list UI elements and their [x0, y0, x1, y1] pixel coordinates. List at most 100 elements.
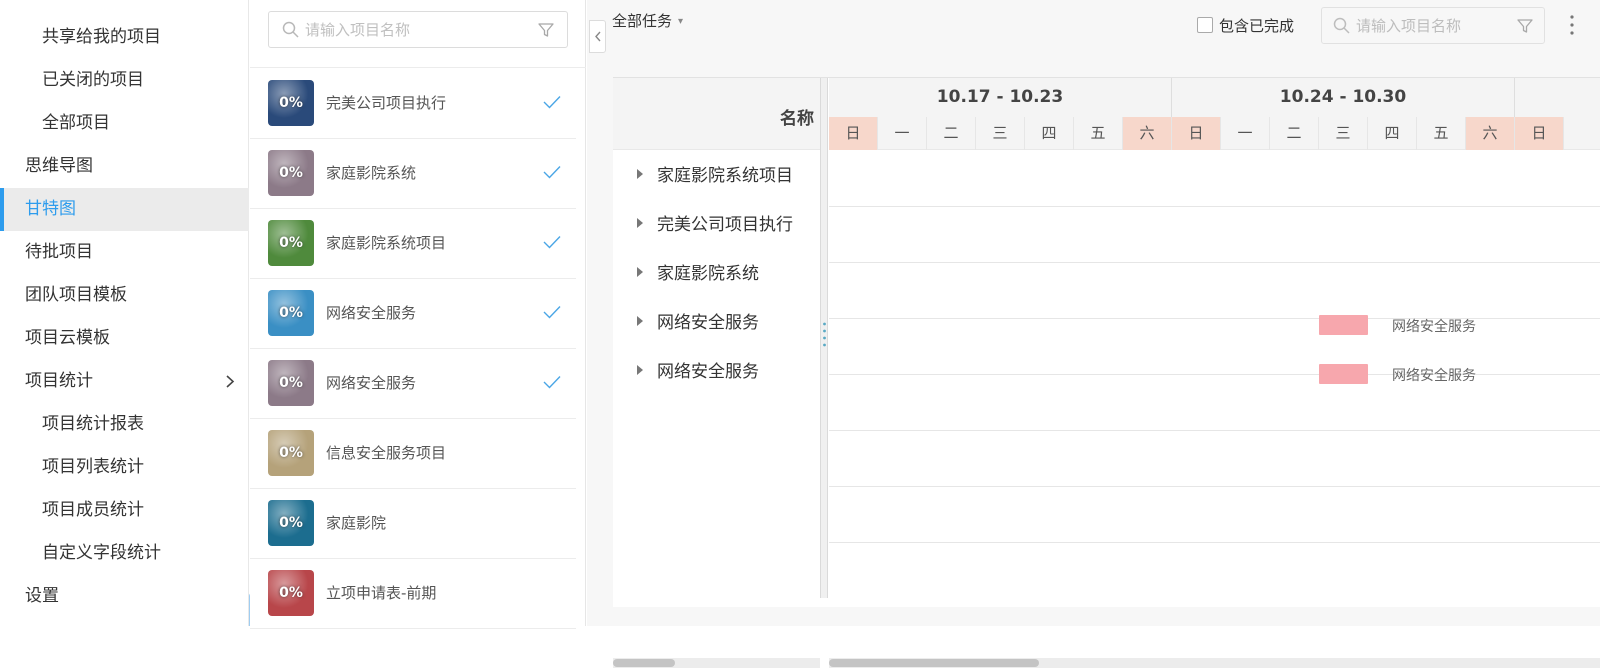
- scrollbar-thumb[interactable]: [613, 659, 675, 667]
- project-thumbnail: 0%: [268, 570, 314, 616]
- project-row[interactable]: 0% 家庭影院系统: [250, 138, 576, 209]
- task-row-name[interactable]: 家庭影院系统: [637, 264, 759, 284]
- task-name-label: 家庭影院系统: [657, 264, 759, 284]
- name-header-label: 名称: [780, 109, 814, 129]
- task-bar[interactable]: [1319, 315, 1368, 335]
- left-navigation: 共享给我的项目 已关闭的项目 全部项目 思维导图 甘特图 待批项目 团队项目模板…: [0, 0, 249, 626]
- nav-item-label: 项目统计报表: [42, 414, 144, 434]
- name-column-scrollbar[interactable]: [613, 658, 820, 668]
- task-row-name[interactable]: 网络安全服务: [637, 362, 759, 382]
- task-row-name[interactable]: 家庭影院系统项目: [637, 166, 793, 186]
- nav-item-all-projects[interactable]: 全部项目: [0, 102, 249, 145]
- chevron-left-icon: [594, 31, 601, 42]
- project-thumbnail: 0%: [268, 220, 314, 266]
- search-icon: [1333, 17, 1350, 34]
- nav-item-label: 项目云模板: [25, 328, 110, 348]
- project-progress: 0%: [279, 305, 303, 321]
- day-header: 二: [927, 117, 976, 150]
- gantt-search-input[interactable]: [1356, 15, 1506, 37]
- day-header: 一: [1221, 117, 1270, 150]
- nav-item-label: 项目成员统计: [42, 500, 144, 520]
- grid-row-line: [829, 262, 1600, 263]
- nav-item-project-stats[interactable]: 项目统计: [0, 360, 249, 403]
- filter-icon[interactable]: [537, 21, 555, 39]
- project-progress: 0%: [279, 375, 303, 391]
- task-bar-label: 网络安全服务: [1392, 319, 1476, 335]
- gantt-search-box[interactable]: [1321, 7, 1545, 44]
- day-header: 五: [1417, 117, 1466, 150]
- nav-item-label: 团队项目模板: [25, 285, 127, 305]
- nav-item-label: 待批项目: [25, 242, 93, 262]
- nav-item-list-stats[interactable]: 项目列表统计: [0, 446, 249, 489]
- drag-handle-icon[interactable]: [823, 322, 826, 348]
- nav-item-stats-report[interactable]: 项目统计报表: [0, 403, 249, 446]
- project-thumbnail: 0%: [268, 150, 314, 196]
- nav-item-team-templates[interactable]: 团队项目模板: [0, 274, 249, 317]
- project-row[interactable]: 0% 家庭影院: [250, 488, 576, 559]
- task-row-name[interactable]: 完美公司项目执行: [637, 215, 793, 235]
- day-header: 二: [1270, 117, 1319, 150]
- nav-item-cloud-templates[interactable]: 项目云模板: [0, 317, 249, 360]
- expand-triangle-icon[interactable]: [637, 316, 643, 326]
- task-filter-label: 全部任务: [612, 12, 673, 30]
- project-row[interactable]: 0% 完美公司项目执行: [250, 68, 576, 139]
- scrollbar-thumb[interactable]: [829, 659, 1039, 667]
- include-completed-checkbox[interactable]: 包含已完成: [1197, 14, 1294, 36]
- task-name-label: 网络安全服务: [657, 313, 759, 333]
- nav-item-label: 甘特图: [25, 199, 76, 219]
- nav-item-mind-map[interactable]: 思维导图: [0, 145, 249, 188]
- expand-triangle-icon[interactable]: [637, 218, 643, 228]
- project-search-input[interactable]: [305, 19, 525, 41]
- project-name: 家庭影院系统: [326, 164, 417, 182]
- project-progress: 0%: [279, 515, 303, 531]
- project-search-box[interactable]: [268, 11, 568, 48]
- task-filter-dropdown[interactable]: 全部任务 ▾: [612, 10, 683, 31]
- expand-triangle-icon[interactable]: [637, 169, 643, 179]
- grid-row-line: [829, 430, 1600, 431]
- project-row[interactable]: 0% 信息安全服务项目: [250, 418, 576, 489]
- gantt-timeline: 10.17 - 10.23 10.24 - 10.30 日一二三四五六日一二三四五…: [829, 78, 1600, 598]
- nav-item-gantt[interactable]: 甘特图: [0, 188, 249, 231]
- more-vertical-icon[interactable]: [1565, 12, 1579, 38]
- project-thumbnail: 0%: [268, 430, 314, 476]
- caret-down-icon: ▾: [678, 16, 684, 27]
- column-splitter[interactable]: [820, 78, 828, 598]
- nav-item-custom-field-stats[interactable]: 自定义字段统计: [0, 532, 249, 575]
- project-progress: 0%: [279, 165, 303, 181]
- project-name: 网络安全服务: [326, 304, 417, 322]
- nav-item-member-stats[interactable]: 项目成员统计: [0, 489, 249, 532]
- nav-item-label: 项目列表统计: [42, 457, 144, 477]
- task-bar[interactable]: [1319, 364, 1368, 384]
- gantt-main: 全部任务 ▾ 包含已完成 名称 家庭影院系统项目完美公司项目执行家庭影院系统网络安…: [587, 0, 1600, 668]
- expand-triangle-icon[interactable]: [637, 267, 643, 277]
- task-row-name[interactable]: 网络安全服务: [637, 313, 759, 333]
- include-completed-label: 包含已完成: [1219, 16, 1295, 35]
- project-row[interactable]: 0% 家庭影院系统项目: [250, 208, 576, 279]
- project-progress: 0%: [279, 235, 303, 251]
- nav-item-settings[interactable]: 设置: [0, 575, 249, 618]
- filter-icon[interactable]: [1516, 17, 1534, 35]
- project-progress: 0%: [279, 585, 303, 601]
- check-icon: [543, 306, 561, 319]
- checkbox[interactable]: [1197, 17, 1213, 33]
- nav-item-closed-projects[interactable]: 已关闭的项目: [0, 59, 249, 102]
- grid-row-line: [829, 542, 1600, 543]
- nav-item-pending-approval[interactable]: 待批项目: [0, 231, 249, 274]
- check-icon: [543, 376, 561, 389]
- project-row[interactable]: 0% 网络安全服务: [250, 278, 576, 349]
- day-header: 四: [1368, 117, 1417, 150]
- grid-row-line: [829, 374, 1600, 375]
- check-icon: [543, 166, 561, 179]
- task-name-label: 家庭影院系统项目: [657, 166, 793, 186]
- expand-triangle-icon[interactable]: [637, 365, 643, 375]
- project-row[interactable]: 0% 网络安全服务: [250, 348, 576, 419]
- day-header-row: 日一二三四五六日一二三四五六日: [829, 117, 1600, 150]
- search-icon: [282, 21, 299, 38]
- nav-item-label: 项目统计: [25, 371, 93, 391]
- project-row[interactable]: 0% 立项申请表-前期: [250, 558, 576, 629]
- grid-row-line: [829, 318, 1600, 319]
- timeline-scrollbar[interactable]: [829, 658, 1600, 668]
- nav-item-shared-with-me[interactable]: 共享给我的项目: [0, 16, 249, 59]
- task-name-label: 网络安全服务: [657, 362, 759, 382]
- collapse-panel-button[interactable]: [589, 20, 606, 53]
